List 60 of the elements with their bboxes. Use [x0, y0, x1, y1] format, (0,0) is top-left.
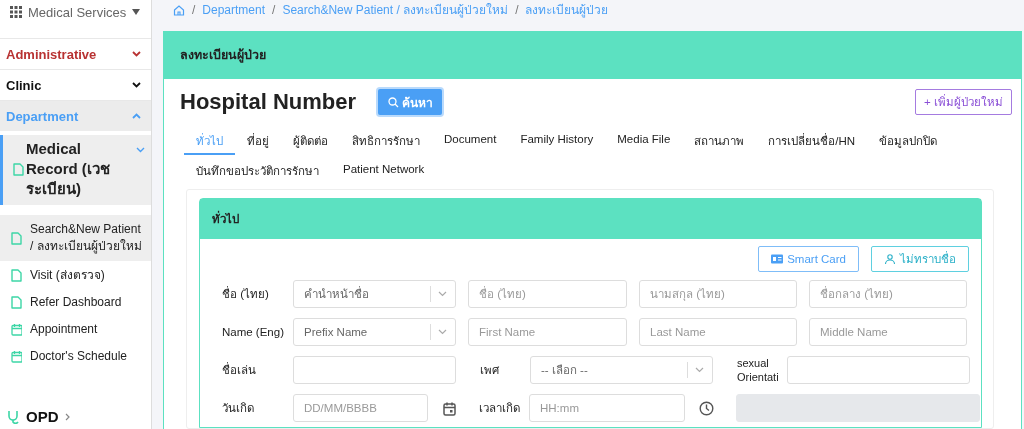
- file-icon: [11, 296, 22, 309]
- tab[interactable]: สิทธิการรักษา: [340, 125, 432, 155]
- tab[interactable]: บันทึกขอประวัติการรักษา: [184, 155, 331, 185]
- chevron-icon: [438, 329, 447, 335]
- input-field[interactable]: [787, 356, 970, 384]
- tab[interactable]: สถานภาพ: [682, 125, 757, 155]
- id-card-icon: [771, 254, 784, 264]
- grid-icon: [10, 6, 22, 18]
- chevron-icon: [695, 367, 704, 373]
- card-header: ลงทะเบียนผู้ป่วย: [164, 31, 1021, 79]
- tab[interactable]: Document: [432, 125, 509, 155]
- sidebar-item[interactable]: Refer Dashboard: [0, 290, 151, 315]
- menu-title[interactable]: Medical Services: [28, 4, 127, 20]
- add-patient-button[interactable]: + เพิ่มผู้ป่วยใหม่: [915, 89, 1012, 115]
- select-field[interactable]: คำนำหน้าชื่อ: [293, 280, 456, 308]
- field-label: sexual Orientati: [737, 356, 780, 384]
- field-label: เพศ: [480, 363, 500, 377]
- tab[interactable]: Patient Network: [331, 155, 437, 185]
- breadcrumb-separator: /: [272, 2, 276, 17]
- calendar-icon: [11, 350, 22, 363]
- breadcrumb-separator: /: [192, 2, 196, 17]
- sidebar-item[interactable]: Doctor's Schedule: [0, 344, 151, 369]
- caret-icon: [132, 9, 141, 15]
- chevron-icon: [64, 412, 70, 421]
- tab[interactable]: ที่อยู่: [235, 125, 281, 155]
- input-field[interactable]: [293, 356, 456, 384]
- chevron-icon: [438, 291, 447, 297]
- sidebar-item[interactable]: Visit (ส่งตรวจ): [0, 263, 151, 288]
- field-label: วันเกิด: [222, 401, 255, 415]
- sidebar-item[interactable]: Appointment: [0, 317, 151, 342]
- field-label: Name (Eng): [222, 325, 285, 339]
- calendar-icon: [442, 400, 457, 416]
- field-label: เวลาเกิด: [479, 401, 521, 415]
- file-icon: [13, 162, 24, 176]
- person-icon: [884, 254, 896, 264]
- home-icon: [173, 3, 185, 16]
- section-header: ทั่วไป: [200, 199, 981, 239]
- tab[interactable]: ข้อมูลปกปิด: [867, 125, 950, 155]
- tab[interactable]: Media File: [605, 125, 683, 155]
- calendar-icon: [11, 323, 22, 336]
- clock-icon: [699, 400, 714, 416]
- file-icon: [11, 269, 22, 282]
- select-field[interactable]: -- เลือก --: [530, 356, 713, 384]
- page-heading: Hospital Number: [180, 89, 357, 115]
- tab[interactable]: ผู้ติดต่อ: [281, 125, 340, 155]
- select-field[interactable]: Prefix Name: [293, 318, 456, 346]
- sidebar-item[interactable]: Search&New Patient / ลงทะเบียนผู้ป่วยใหม่: [0, 215, 151, 261]
- search-icon: [387, 96, 399, 108]
- chevron-icon: [132, 82, 141, 88]
- chevron-icon: [136, 147, 145, 153]
- chevron-icon: [132, 51, 141, 57]
- chevron-icon: [132, 113, 141, 119]
- tab[interactable]: Family History: [508, 125, 606, 155]
- file-icon: [11, 231, 22, 245]
- breadcrumb-separator: /: [515, 2, 519, 17]
- sidebar-item[interactable]: Medical Record (เวชระเบียน): [0, 135, 151, 205]
- tab[interactable]: การเปลี่ยนชื่อ/HN: [756, 125, 868, 155]
- field-label: ชื่อ (ไทย): [222, 287, 270, 301]
- field-label: ชื่อเล่น: [222, 363, 257, 377]
- stethoscope-icon: [6, 409, 20, 424]
